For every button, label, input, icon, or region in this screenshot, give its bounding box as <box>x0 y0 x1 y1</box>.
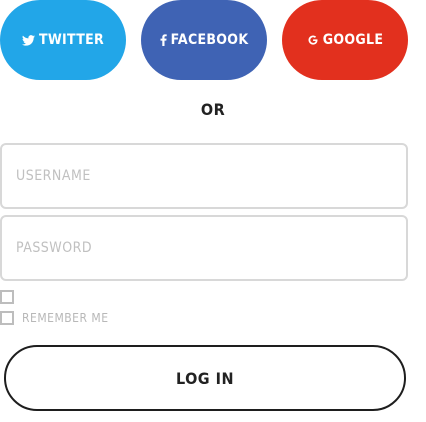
google-icon <box>307 34 319 46</box>
remember-me-option[interactable]: REMEMBER ME <box>0 311 109 325</box>
google-login-button[interactable]: GOOGLE <box>282 0 408 80</box>
facebook-login-button[interactable]: FACEBOOK <box>141 0 267 80</box>
login-button[interactable]: LOG IN <box>4 345 406 411</box>
or-divider: OR <box>200 100 226 119</box>
username-field <box>0 143 408 209</box>
twitter-login-button[interactable]: TWITTER <box>0 0 126 80</box>
login-button-label: LOG IN <box>175 368 235 388</box>
password-input[interactable] <box>2 217 406 279</box>
google-login-label: GOOGLE <box>322 32 384 48</box>
twitter-icon <box>21 34 35 46</box>
remember-me-label: REMEMBER ME <box>22 311 109 325</box>
facebook-icon <box>160 34 167 46</box>
twitter-login-label: TWITTER <box>38 32 105 48</box>
social-login-row: TWITTER FACEBOOK GOOGLE <box>0 0 426 80</box>
remember-me-checkbox[interactable] <box>0 311 14 325</box>
checkbox[interactable] <box>0 290 14 304</box>
username-input[interactable] <box>2 145 406 207</box>
login-panel: TWITTER FACEBOOK GOOGLE OR R <box>0 0 426 422</box>
facebook-login-label: FACEBOOK <box>170 32 249 48</box>
password-field <box>0 215 408 281</box>
